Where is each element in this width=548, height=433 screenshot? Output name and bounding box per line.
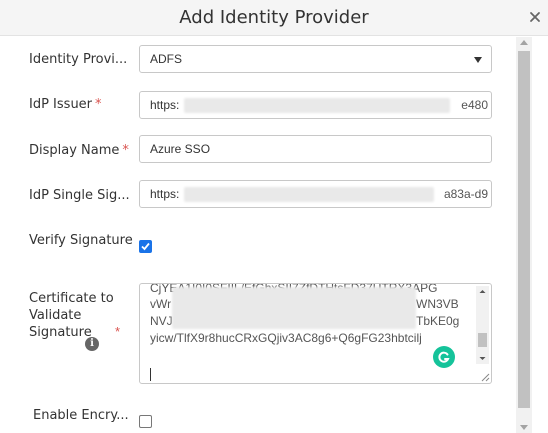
identity-provider-label: Identity Provi... <box>29 52 127 67</box>
certificate-label: Certificate to Validate Signature <box>29 290 114 341</box>
required-mark: * <box>115 324 121 339</box>
idp-single-sign-label: IdP Single Sig... <box>29 188 130 203</box>
verify-signature-label: Verify Signature <box>29 233 133 248</box>
idp-issuer-label: IdP Issuer * <box>29 97 102 112</box>
certificate-label-line1: Certificate to <box>29 291 114 306</box>
certificate-line: yicw/TlfX9r8hucCRxGQjiv3AC8g6+Q6gFG23hbt… <box>150 331 422 345</box>
identity-provider-label-text: Identity Provi... <box>29 52 128 67</box>
dialog-scroll-thumb[interactable] <box>518 51 530 408</box>
display-name-label: Display Name * <box>29 143 129 158</box>
certificate-line-end: WN3VB <box>416 297 459 311</box>
redacted-region <box>172 287 416 329</box>
textarea-scroll-thumb[interactable] <box>478 333 487 347</box>
idp-single-sign-input[interactable]: https: a83a-d9 <box>139 180 492 208</box>
info-icon[interactable]: i <box>85 337 99 351</box>
display-name-value: Azure SSO <box>150 142 211 156</box>
certificate-line: vWr <box>150 297 172 311</box>
idp-issuer-value-start: https: <box>150 98 180 112</box>
resize-handle-icon[interactable] <box>480 372 490 382</box>
dialog-body: Identity Provi... ADFS IdP Issuer * https… <box>0 37 516 433</box>
identity-provider-select[interactable]: ADFS <box>139 45 492 73</box>
certificate-line-end: TbKE0g <box>416 314 460 328</box>
verify-signature-label-text: Verify Signature <box>29 233 133 248</box>
idp-issuer-input[interactable]: https: e480 <box>139 91 492 119</box>
idp-single-sign-value-end: a83a-d9 <box>443 187 488 201</box>
certificate-label-line2: Validate <box>29 308 82 323</box>
scroll-up-icon[interactable] <box>520 40 528 45</box>
verify-signature-checkbox[interactable] <box>139 240 152 253</box>
text-caret <box>150 368 151 381</box>
dialog-title: Add Identity Provider <box>179 7 369 28</box>
scroll-down-icon[interactable] <box>520 425 528 430</box>
required-mark: * <box>95 97 102 112</box>
close-icon[interactable] <box>528 10 542 24</box>
chevron-down-icon <box>474 57 482 63</box>
display-name-label-text: Display Name <box>29 143 120 158</box>
idp-single-sign-label-text: IdP Single Sig... <box>29 188 130 203</box>
required-mark: * <box>122 143 129 158</box>
idp-issuer-label-text: IdP Issuer <box>29 97 93 112</box>
certificate-label-line3: Signature <box>29 325 92 340</box>
textarea-scrollbar[interactable] <box>476 286 489 364</box>
add-identity-provider-dialog: Add Identity Provider Identity Provi... … <box>0 0 548 433</box>
idp-issuer-value-end: e480 <box>461 98 488 112</box>
certificate-line: NVJ <box>150 314 173 328</box>
dialog-scrollbar[interactable] <box>516 37 532 433</box>
idp-single-sign-value-start: https: <box>150 187 180 201</box>
redacted-region <box>184 187 434 202</box>
redacted-region <box>184 98 450 113</box>
enable-encryption-label-text: Enable Encry... <box>33 408 129 423</box>
display-name-input[interactable]: Azure SSO <box>139 135 492 163</box>
dialog-header: Add Identity Provider <box>0 0 548 36</box>
enable-encryption-checkbox[interactable] <box>139 415 152 428</box>
enable-encryption-label: Enable Encry... <box>33 408 129 423</box>
identity-provider-value: ADFS <box>150 52 183 66</box>
grammarly-icon[interactable] <box>433 346 455 368</box>
certificate-textarea[interactable]: CjYEA1I0I0SFIIL/EfGhxSII7ZfDTHtsFD37UTRX… <box>139 283 492 384</box>
